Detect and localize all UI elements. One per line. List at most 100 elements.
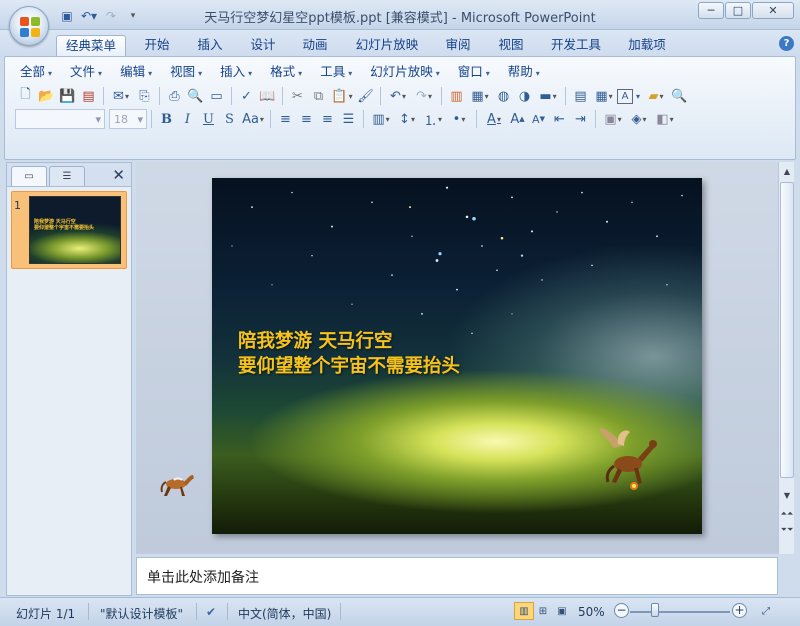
font-size-combo[interactable]: 18 ▾ — [109, 109, 147, 129]
tab-outline[interactable]: ☰ — [49, 166, 85, 186]
publish-icon[interactable]: ⎘ — [134, 86, 155, 106]
minimize-button[interactable]: ─ — [698, 2, 724, 19]
save-icon[interactable]: 💾 — [57, 86, 78, 106]
menu-all[interactable]: 全部 ▾ — [11, 63, 61, 81]
decrease-indent-icon[interactable]: ⇤ — [549, 109, 570, 129]
normal-view-icon[interactable]: ▥ — [514, 602, 534, 620]
align-center-icon[interactable]: ≡ — [296, 109, 317, 129]
textbox-icon[interactable]: A — [617, 88, 633, 104]
slide-thumbnail[interactable]: 陪我梦游 天马行空 要仰望整个宇宙不需要抬头 — [29, 196, 121, 264]
print-icon[interactable]: ⎙ — [164, 86, 185, 106]
help-icon[interactable]: ? — [779, 36, 794, 51]
scroll-up-icon[interactable]: ▲ — [780, 164, 794, 180]
spelling-status-icon[interactable]: ✔ — [206, 605, 216, 619]
scroll-thumb[interactable] — [780, 182, 794, 478]
shapes-icon[interactable]: ◈ ▾ — [626, 109, 652, 129]
menu-file[interactable]: 文件 ▾ — [61, 63, 111, 81]
change-case-icon[interactable]: Aa ▾ — [240, 109, 266, 129]
color-grayscale-icon[interactable]: ◑ — [514, 86, 535, 106]
zoom-slider-thumb[interactable] — [651, 603, 659, 617]
redo-icon[interactable]: ↷ ▾ — [411, 86, 437, 106]
undo-icon[interactable]: ↶▾ — [385, 86, 411, 106]
arrange-icon[interactable]: ▣ ▾ — [600, 109, 626, 129]
font-name-combo[interactable]: ▾ — [15, 109, 105, 129]
grow-font-icon[interactable]: A ▲ — [507, 109, 528, 129]
italic-icon[interactable]: I — [177, 109, 198, 129]
tab-insert[interactable]: 插入 — [187, 35, 233, 56]
increase-indent-icon[interactable]: ⇥ — [570, 109, 591, 129]
slide-sorter-view-icon[interactable]: ⊞ — [533, 602, 553, 620]
cut-icon[interactable]: ✂ — [287, 86, 308, 106]
chart-icon[interactable]: ▥ — [446, 86, 467, 106]
font-color-icon[interactable]: A ▾ — [481, 109, 507, 129]
zoom-out-icon[interactable]: − — [614, 603, 629, 618]
language[interactable]: 中文(简体，中国) — [238, 605, 331, 622]
screen-icon[interactable]: ▭ — [206, 86, 227, 106]
folder-icon[interactable]: ▰ ▾ — [643, 86, 669, 106]
tab-classic-menu[interactable]: 经典菜单 — [56, 35, 126, 56]
spelling-icon[interactable]: ✓ — [236, 86, 257, 106]
scroll-down-icon[interactable]: ▼ — [780, 488, 794, 504]
open-icon[interactable]: 📂 — [36, 86, 57, 106]
menu-format[interactable]: 格式 ▾ — [261, 63, 311, 81]
tab-slideshow[interactable]: 幻灯片放映 — [345, 35, 429, 56]
slideshow-view-icon[interactable]: ▣ — [552, 602, 572, 620]
format-painter-icon[interactable]: 🖌 — [355, 86, 376, 106]
grayscale-icon[interactable]: ▬ ▾ — [535, 86, 561, 106]
columns-icon[interactable]: ▥ ▾ — [368, 109, 394, 129]
maximize-button[interactable]: □ — [725, 2, 751, 19]
copy-icon[interactable]: ⧉ — [308, 86, 329, 106]
new-icon[interactable]: 🗋 — [15, 86, 36, 106]
layout-icon[interactable]: ▦ ▾ — [591, 86, 617, 106]
menu-tools[interactable]: 工具 ▾ — [311, 63, 361, 81]
menu-help[interactable]: 帮助 ▾ — [499, 63, 549, 81]
research-icon[interactable]: 📖 — [257, 86, 278, 106]
zoom-level[interactable]: 50% — [578, 605, 605, 619]
permission-icon[interactable]: ▤ — [78, 86, 99, 106]
shape-fill-icon[interactable]: ◧ ▾ — [652, 109, 678, 129]
previous-slide-icon[interactable]: ⏶⏶ — [780, 506, 794, 522]
menu-insert[interactable]: 插入 ▾ — [211, 63, 261, 81]
numbering-icon[interactable]: ⒈ ▾ — [420, 109, 446, 129]
line-spacing-icon[interactable]: ↕ ▾ — [394, 109, 420, 129]
fit-to-window-icon[interactable]: ⤢ — [756, 602, 776, 620]
tab-design[interactable]: 设计 — [240, 35, 286, 56]
tab-slides[interactable]: ▭ — [11, 166, 47, 186]
vertical-scrollbar[interactable]: ▲ ▼ ⏶⏶ ⏷⏷ — [778, 162, 794, 554]
slide-title-text[interactable]: 陪我梦游 天马行空 要仰望整个宇宙不需要抬头 — [238, 329, 460, 379]
tab-animations[interactable]: 动画 — [292, 35, 338, 56]
tab-view[interactable]: 视图 — [488, 35, 534, 56]
slide-canvas[interactable]: 陪我梦游 天马行空 要仰望整个宇宙不需要抬头 — [212, 178, 702, 534]
textbox-dropdown-icon[interactable]: ▾ — [633, 86, 643, 106]
bullets-icon[interactable]: • ▾ — [446, 109, 472, 129]
notes-pane[interactable]: 单击此处添加备注 — [136, 557, 778, 595]
paste-icon[interactable]: 📋 ▾ — [329, 86, 355, 106]
email-icon[interactable]: ✉ ▾ — [108, 86, 134, 106]
find-icon[interactable]: 🔍 — [669, 86, 690, 106]
tab-developer[interactable]: 开发工具 — [541, 35, 611, 56]
tab-review[interactable]: 审阅 — [435, 35, 481, 56]
zoom-in-icon[interactable]: + — [732, 603, 747, 618]
justify-icon[interactable]: ☰ — [338, 109, 359, 129]
menu-edit[interactable]: 编辑 ▾ — [111, 63, 161, 81]
new-slide-icon[interactable]: ▤ — [570, 86, 591, 106]
theme-name[interactable]: "默认设计模板" — [100, 605, 183, 622]
tab-home[interactable]: 开始 — [134, 35, 180, 56]
office-button[interactable] — [9, 6, 49, 46]
menu-window[interactable]: 窗口 ▾ — [449, 63, 499, 81]
bold-icon[interactable]: B — [156, 109, 177, 129]
menu-view[interactable]: 视图 ▾ — [161, 63, 211, 81]
horse-image[interactable] — [160, 470, 196, 498]
align-left-icon[interactable]: ≡ — [275, 109, 296, 129]
picture-icon[interactable]: ◍ — [493, 86, 514, 106]
shrink-font-icon[interactable]: A ▼ — [528, 109, 549, 129]
close-panel-icon[interactable]: ✕ — [112, 166, 125, 184]
pegasus-image[interactable] — [596, 426, 666, 496]
align-right-icon[interactable]: ≡ — [317, 109, 338, 129]
underline-icon[interactable]: U — [198, 109, 219, 129]
tab-addins[interactable]: 加载项 — [618, 35, 676, 56]
print-preview-icon[interactable]: 🔍 — [185, 86, 206, 106]
menu-slideshow[interactable]: 幻灯片放映 ▾ — [361, 63, 449, 81]
zoom-slider[interactable] — [630, 611, 730, 613]
close-button[interactable]: ✕ — [752, 2, 794, 19]
